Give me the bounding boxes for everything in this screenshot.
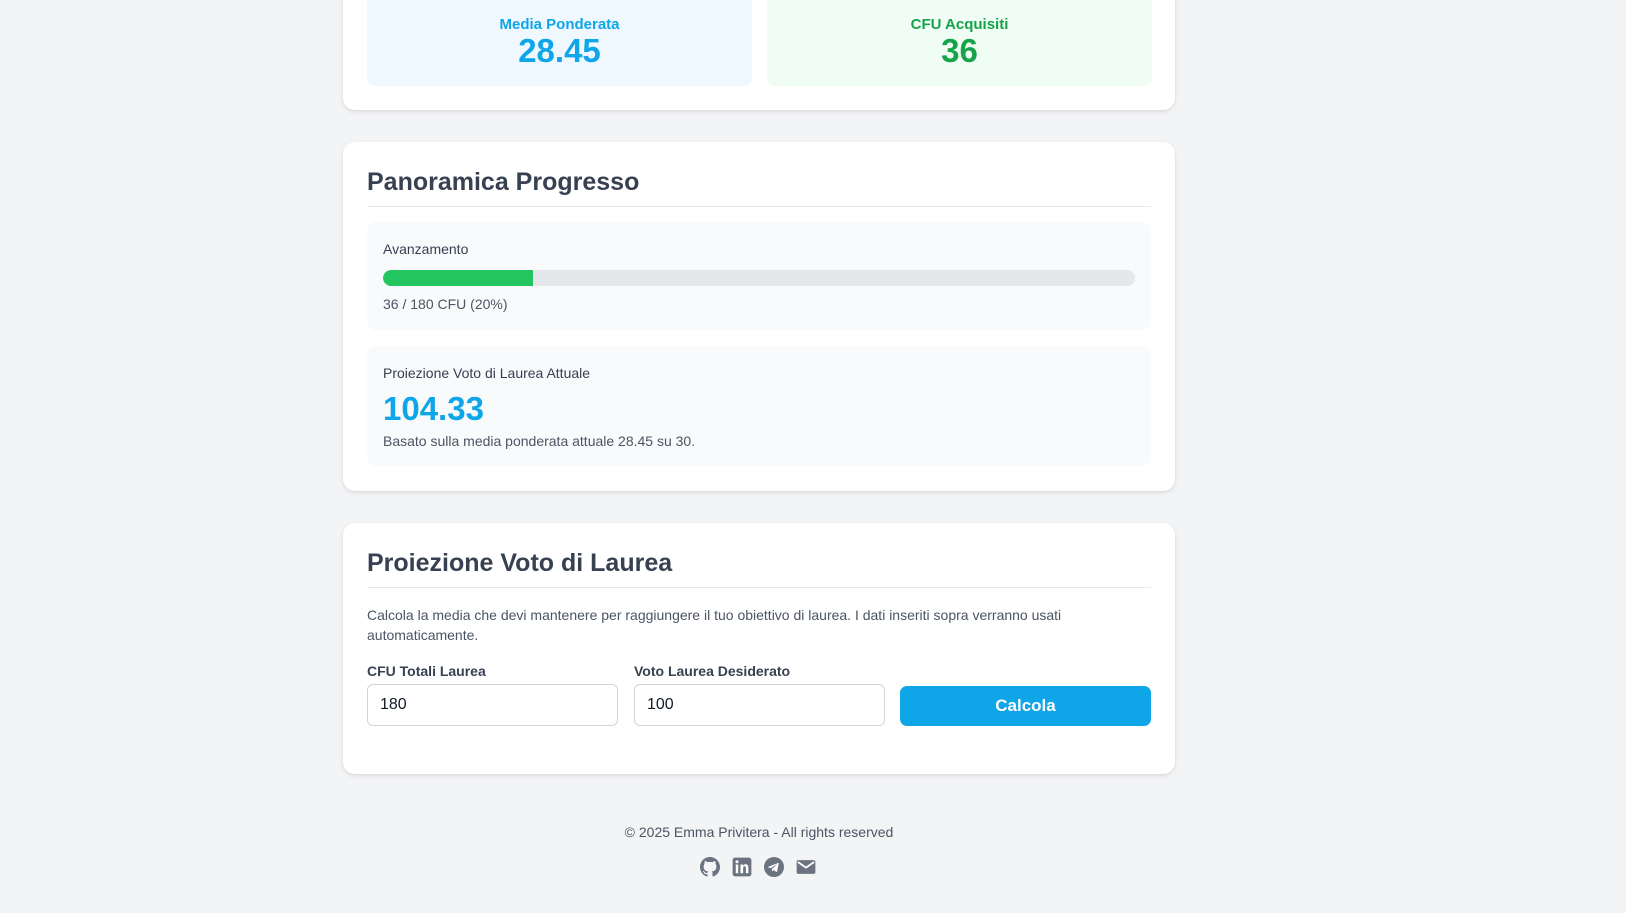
target-grade-label: Voto Laurea Desiderato	[634, 663, 791, 679]
linkedin-icon[interactable]	[732, 857, 752, 877]
cfu-total-input[interactable]	[367, 684, 618, 726]
advancement-box: Avanzamento 36 / 180 CFU (20%)	[367, 222, 1151, 330]
projection-value: 104.33	[383, 390, 484, 427]
github-icon[interactable]	[700, 857, 720, 877]
calculator-card: Proiezione Voto di Laurea Calcola la med…	[343, 523, 1175, 774]
progress-summary: 36 / 180 CFU (20%)	[383, 296, 508, 312]
cfu-acquisiti-value: 36	[941, 32, 978, 69]
footer-copyright: © 2025 Emma Privitera - All rights reser…	[624, 824, 894, 840]
calculator-title: Proiezione Voto di Laurea	[367, 549, 673, 577]
cfu-total-label: CFU Totali Laurea	[367, 663, 486, 679]
progress-bar	[383, 270, 1135, 286]
progress-bar-fill	[383, 270, 534, 286]
calculator-description: Calcola la media che devi mantenere per …	[367, 607, 1062, 643]
progress-card: Panoramica Progresso Avanzamento 36 / 18…	[343, 142, 1175, 491]
target-grade-input[interactable]	[634, 684, 885, 726]
media-ponderata-label: Media Ponderata	[499, 16, 620, 33]
media-ponderata-value: 28.45	[518, 32, 601, 69]
cfu-acquisiti-box: CFU Acquisiti 36	[767, 0, 1152, 86]
calcola-button[interactable]: Calcola	[900, 686, 1151, 726]
projection-label: Proiezione Voto di Laurea Attuale	[383, 365, 591, 381]
stats-card: Media Ponderata 28.45 CFU Acquisiti 36	[343, 0, 1175, 110]
social-links	[700, 857, 816, 877]
cfu-acquisiti-label: CFU Acquisiti	[910, 16, 1009, 33]
email-icon[interactable]	[796, 857, 816, 877]
projection-box: Proiezione Voto di Laurea Attuale 104.33…	[367, 346, 1151, 466]
advancement-label: Avanzamento	[383, 241, 469, 257]
telegram-icon[interactable]	[764, 857, 784, 877]
progress-title: Panoramica Progresso	[367, 168, 640, 196]
projection-note: Basato sulla media ponderata attuale 28.…	[383, 433, 696, 449]
title-divider	[367, 206, 1151, 207]
media-ponderata-box: Media Ponderata 28.45	[367, 0, 752, 86]
title-divider	[367, 587, 1151, 588]
